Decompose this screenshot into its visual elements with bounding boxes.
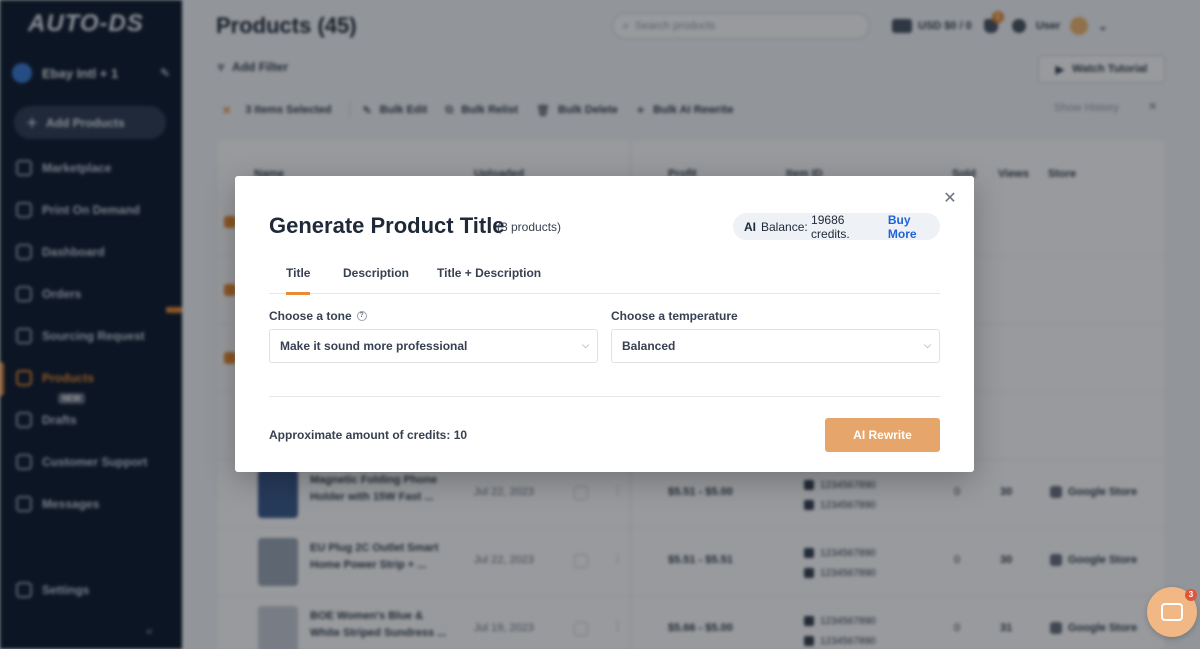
credit-balance: AI Balance: 19686 credits. Buy More <box>733 212 940 241</box>
buy-more-link[interactable]: Buy More <box>888 213 940 241</box>
modal-title: Generate Product Title <box>269 213 505 238</box>
chevron-down-icon: ⌵ <box>582 340 589 350</box>
temperature-label-text: Choose a temperature <box>611 309 738 323</box>
modal-tabs: Title Description Title + Description <box>269 258 940 295</box>
temperature-select[interactable]: Balanced ⌵ <box>611 329 940 363</box>
chat-badge: 3 <box>1185 589 1197 601</box>
tone-label: Choose a tone ? <box>269 309 367 323</box>
tab-title-description[interactable]: Title + Description <box>437 266 541 292</box>
tone-select[interactable]: Make it sound more professional ⌵ <box>269 329 598 363</box>
divider <box>269 396 940 397</box>
balance-label: Balance: <box>761 219 808 234</box>
ai-credits-icon: AI <box>744 219 756 234</box>
temperature-label: Choose a temperature <box>611 309 738 323</box>
tab-description[interactable]: Description <box>343 266 409 292</box>
chevron-down-icon: ⌵ <box>924 340 931 350</box>
help-icon[interactable]: ? <box>356 311 367 321</box>
tab-title[interactable]: Title <box>286 266 311 295</box>
modal-subtitle: (3 products) <box>497 220 562 234</box>
temperature-value: Balanced <box>622 339 676 353</box>
generate-title-modal: ✕ Generate Product Title (3 products) AI… <box>235 176 974 472</box>
close-icon[interactable]: ✕ <box>941 190 959 208</box>
approx-credits: Approximate amount of credits: 10 <box>269 428 468 442</box>
balance-amount: 19686 credits. <box>811 212 850 241</box>
tone-label-text: Choose a tone <box>269 309 352 323</box>
chat-icon <box>1161 603 1183 621</box>
ai-rewrite-button[interactable]: AI Rewrite <box>825 418 940 452</box>
tone-value: Make it sound more professional <box>280 339 468 353</box>
